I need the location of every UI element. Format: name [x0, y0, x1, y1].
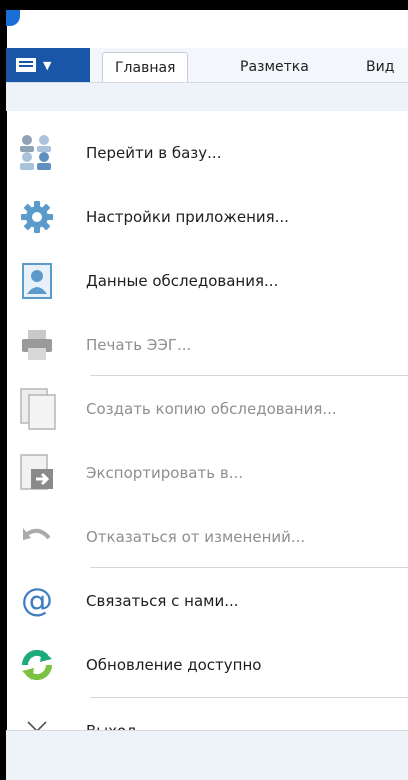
patient-card-icon: [6, 262, 64, 300]
document-icon: [16, 58, 36, 72]
printer-icon: [6, 328, 64, 362]
menu-item-app-settings[interactable]: Настройки приложения...: [6, 185, 408, 249]
menu-separator: [90, 697, 408, 698]
menu-item-label: Печать ЭЭГ...: [86, 336, 192, 354]
menu-item-print-eeg[interactable]: Печать ЭЭГ...: [6, 313, 408, 377]
menu-item-label: Данные обследования...: [86, 272, 279, 290]
tab-markup[interactable]: Разметка: [228, 52, 321, 82]
menu-item-create-copy[interactable]: Создать копию обследования...: [6, 377, 408, 441]
menu-item-label: Перейти в базу...: [86, 144, 222, 162]
menu-item-go-to-database[interactable]: Перейти в базу...: [6, 121, 408, 185]
at-icon: @: [6, 583, 64, 619]
update-icon: [6, 647, 64, 683]
menu-item-label: Обновление доступно: [86, 656, 262, 674]
menu-item-label: Связаться с нами...: [86, 592, 239, 610]
ribbon-tab-bar: ▼ Главная Разметка Вид: [6, 48, 408, 83]
menu-item-label: Отказаться от изменений...: [86, 528, 306, 546]
svg-text:@: @: [21, 583, 53, 619]
menu-item-label: Создать копию обследования...: [86, 400, 337, 418]
menu-item-discard-changes[interactable]: Отказаться от изменений...: [6, 505, 408, 569]
app-menu-button[interactable]: ▼: [6, 48, 90, 82]
menu-item-update-available[interactable]: Обновление доступно: [6, 633, 408, 697]
menu-item-export[interactable]: Экспортировать в...: [6, 441, 408, 505]
menu-separator: [90, 375, 408, 376]
menu-footer: [6, 730, 408, 780]
gear-icon: [6, 199, 64, 235]
tab-view[interactable]: Вид: [354, 52, 406, 82]
menu-separator: [90, 567, 408, 568]
app-window: ▼ Главная Разметка Вид Перейти в базу...: [6, 10, 408, 780]
tab-home[interactable]: Главная: [102, 52, 189, 82]
users-icon: [6, 133, 64, 173]
menu-item-contact-us[interactable]: @ Связаться с нами...: [6, 569, 408, 633]
menu-item-label: Экспортировать в...: [86, 464, 243, 482]
export-icon: [6, 453, 64, 493]
ribbon-band: [6, 83, 408, 111]
app-menu: Перейти в базу... Настройки приложения..…: [6, 111, 408, 741]
chevron-down-icon: ▼: [43, 58, 52, 72]
app-logo-icon: [6, 10, 20, 26]
menu-item-exam-data[interactable]: Данные обследования...: [6, 249, 408, 313]
menu-item-label: Настройки приложения...: [86, 208, 289, 226]
copy-icon: [6, 387, 64, 431]
undo-icon: [6, 524, 64, 550]
